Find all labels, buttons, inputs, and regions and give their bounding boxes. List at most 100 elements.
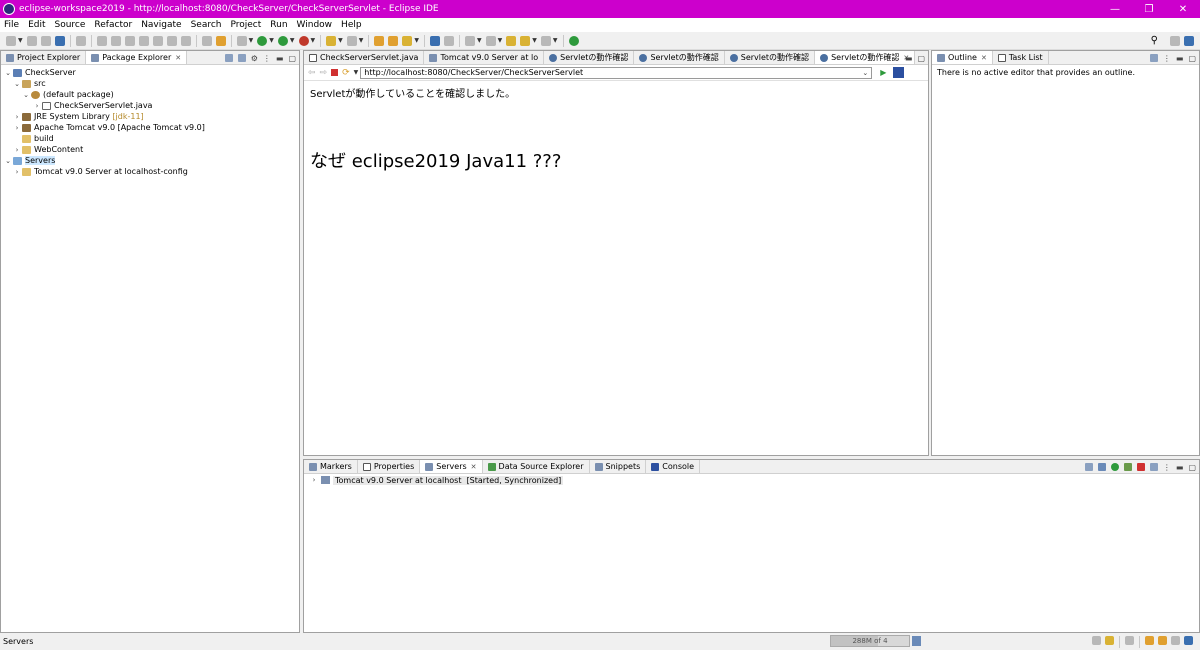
save-icon[interactable] <box>26 35 37 46</box>
step-return-icon[interactable] <box>180 35 191 46</box>
start-server-icon[interactable] <box>1110 463 1119 471</box>
eclipse-browser-icon[interactable] <box>893 67 905 78</box>
chevron-down-icon[interactable]: ⌄ <box>22 91 30 99</box>
perspective-icon[interactable] <box>1170 35 1180 46</box>
close-window-button[interactable]: ✕ <box>1166 0 1200 18</box>
resume-icon[interactable] <box>96 35 107 46</box>
chevron-right-icon[interactable]: › <box>310 476 318 484</box>
chevron-right-icon[interactable]: › <box>13 113 21 121</box>
run-icon[interactable] <box>257 35 268 46</box>
tab-task-list[interactable]: Task List <box>993 51 1049 64</box>
tree-item-build[interactable]: build <box>4 133 299 144</box>
stop-icon[interactable] <box>331 69 339 76</box>
status-edit-icon[interactable] <box>1171 636 1180 645</box>
collapse-all-icon[interactable] <box>224 54 233 62</box>
link-with-editor-icon[interactable] <box>237 54 246 62</box>
suspend-icon[interactable] <box>110 35 121 46</box>
step-over-icon[interactable] <box>166 35 177 46</box>
debug-icon[interactable] <box>236 35 247 46</box>
tab-servers[interactable]: Servers ✕ <box>420 460 483 473</box>
chevron-right-icon[interactable]: › <box>13 124 21 132</box>
tab-servlet-check-3[interactable]: Servletの動作確認 <box>725 51 816 64</box>
forward-icon[interactable] <box>540 35 551 46</box>
run-dropdown-icon[interactable]: ▼ <box>269 37 274 44</box>
tab-package-explorer[interactable]: Package Explorer ✕ <box>86 51 188 64</box>
skip-breakpoints-icon[interactable] <box>75 35 86 46</box>
tree-item-default-package[interactable]: ⌄ (default package) <box>4 89 299 100</box>
tree-item-jre[interactable]: › JRE System Library [jdk-11] <box>4 111 299 122</box>
java-ee-perspective-icon[interactable] <box>1184 35 1194 46</box>
new-class-dropdown-icon[interactable]: ▼ <box>359 37 364 44</box>
publish-icon[interactable] <box>1149 463 1158 471</box>
tab-tomcat-server[interactable]: Tomcat v9.0 Server at lo <box>424 51 545 64</box>
status-server-icon[interactable] <box>1092 636 1101 645</box>
chevron-down-icon[interactable]: ⌄ <box>13 80 21 88</box>
minimize-view-icon[interactable]: ▬ <box>1176 463 1184 472</box>
close-tab-icon[interactable]: ✕ <box>175 54 181 62</box>
maximize-view-icon[interactable]: ▢ <box>1188 463 1196 472</box>
browser-forward-icon[interactable]: ⇨ <box>320 68 328 78</box>
refresh-icon[interactable]: ⟳ <box>342 68 350 78</box>
external-tools-icon[interactable] <box>298 35 309 46</box>
external-tools-dropdown-icon[interactable]: ▼ <box>311 37 316 44</box>
build-icon[interactable] <box>215 35 226 46</box>
refresh-dropdown-icon[interactable]: ▼ <box>354 69 359 76</box>
back-dropdown-icon[interactable]: ▼ <box>532 37 537 44</box>
last-edit-icon[interactable] <box>506 35 517 46</box>
chevron-right-icon[interactable]: › <box>13 146 21 154</box>
maximize-view-icon[interactable]: ▢ <box>288 54 296 63</box>
status-task-icon[interactable] <box>1145 636 1154 645</box>
minimize-view-icon[interactable]: ▬ <box>1176 54 1184 63</box>
menu-navigate[interactable]: Navigate <box>141 20 181 30</box>
chevron-right-icon[interactable]: › <box>33 102 41 110</box>
tree-item-src[interactable]: ⌄ src <box>4 78 299 89</box>
menu-run[interactable]: Run <box>270 20 287 30</box>
new-dropdown-icon[interactable]: ▼ <box>18 37 23 44</box>
menu-help[interactable]: Help <box>341 20 362 30</box>
search-tool-icon[interactable] <box>402 35 413 46</box>
trash-icon[interactable] <box>912 636 921 646</box>
pin-icon[interactable] <box>444 35 454 46</box>
tab-servlet-check-1[interactable]: Servletの動作確認 <box>544 51 635 64</box>
heap-status[interactable]: 288M of 4 <box>830 635 910 647</box>
new-class-icon[interactable] <box>346 35 357 46</box>
menu-search[interactable]: Search <box>191 20 222 30</box>
new-java-project-icon[interactable] <box>326 35 337 46</box>
tab-properties[interactable]: Properties <box>358 460 421 473</box>
maximize-view-icon[interactable]: ▢ <box>1188 54 1196 63</box>
close-tab-icon[interactable]: ✕ <box>471 463 477 471</box>
tree-item-tomcat-library[interactable]: › Apache Tomcat v9.0 [Apache Tomcat v9.0… <box>4 122 299 133</box>
web-browser-icon[interactable] <box>430 35 440 46</box>
server-row[interactable]: › Tomcat v9.0 Server at localhost [Start… <box>304 474 1199 486</box>
back-icon[interactable] <box>520 35 531 46</box>
url-dropdown-icon[interactable]: ⌄ <box>862 69 868 77</box>
debug-server-icon[interactable] <box>1097 463 1106 471</box>
browser-back-icon[interactable]: ⇦ <box>308 68 316 78</box>
chevron-down-icon[interactable]: ⌄ <box>4 69 12 77</box>
tab-data-source-explorer[interactable]: Data Source Explorer <box>483 460 590 473</box>
prev-annotation-dropdown-icon[interactable]: ▼ <box>498 37 503 44</box>
url-input[interactable]: http://localhost:8080/CheckServer/CheckS… <box>360 66 873 79</box>
terminal-icon[interactable] <box>54 35 65 46</box>
tree-item-webcontent[interactable]: › WebContent <box>4 144 299 155</box>
tree-item-java-file[interactable]: › CheckServerServlet.java <box>4 100 299 111</box>
tab-checkserverservlet-java[interactable]: CheckServerServlet.java <box>304 51 425 64</box>
view-menu-icon[interactable]: ⋮ <box>1163 54 1171 63</box>
status-cloud-icon[interactable] <box>1184 636 1193 645</box>
open-perspective-icon[interactable] <box>568 35 579 46</box>
minimize-button[interactable]: — <box>1098 0 1132 18</box>
search-icon[interactable]: ⚲ <box>1151 35 1158 46</box>
focus-icon[interactable] <box>1149 54 1158 62</box>
minimize-view-icon[interactable]: ▬ <box>905 54 913 63</box>
save-all-icon[interactable] <box>40 35 51 46</box>
profile-server-icon[interactable] <box>1123 463 1132 471</box>
debug-dropdown-icon[interactable]: ▼ <box>249 37 254 44</box>
collapse-all-icon[interactable] <box>1084 463 1093 471</box>
new-java-project-dropdown-icon[interactable]: ▼ <box>338 37 343 44</box>
menu-project[interactable]: Project <box>230 20 261 30</box>
tab-markers[interactable]: Markers <box>304 460 358 473</box>
new-icon[interactable] <box>6 35 16 46</box>
prev-annotation-icon[interactable] <box>485 35 496 46</box>
minimize-view-icon[interactable]: ▬ <box>276 54 284 63</box>
step-into-icon[interactable] <box>152 35 163 46</box>
